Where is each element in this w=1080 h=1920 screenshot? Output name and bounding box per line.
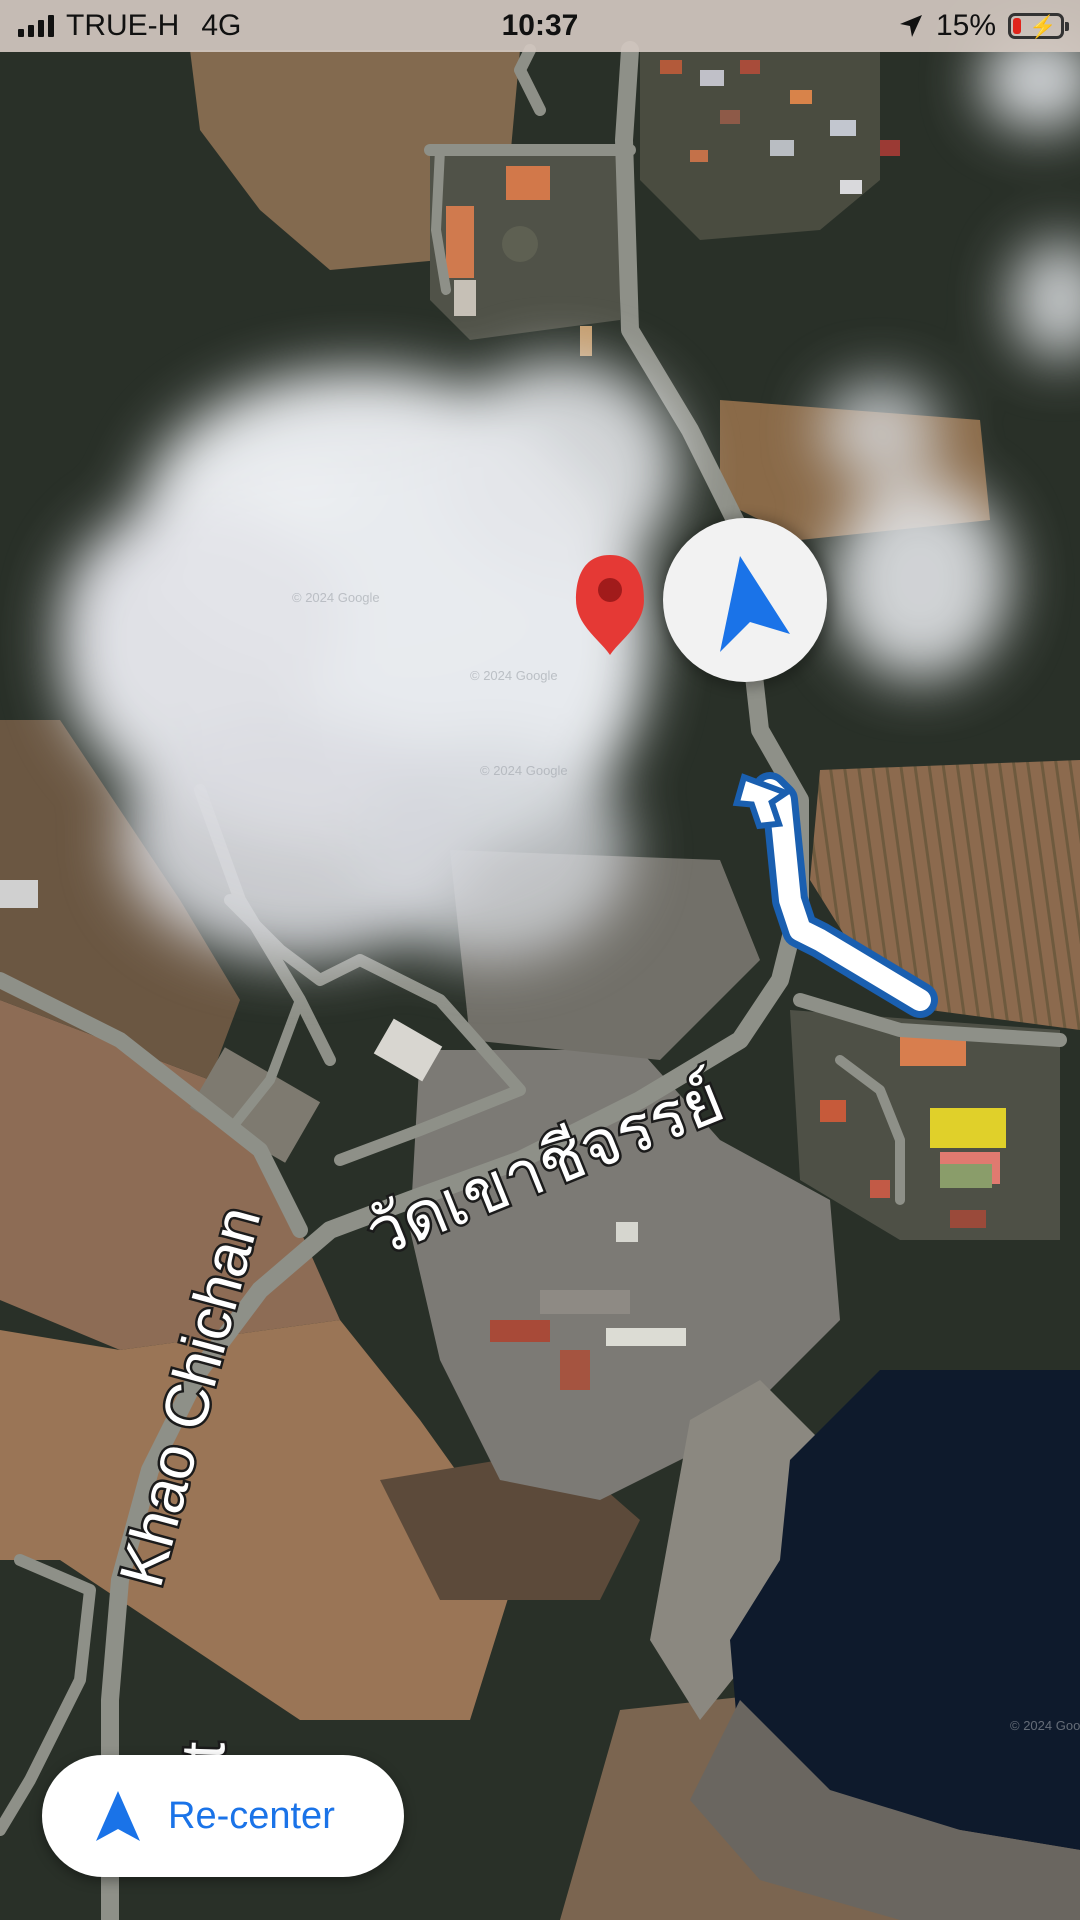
status-right: 15% ⚡	[898, 0, 1069, 52]
watermark: © 2024 Google	[470, 668, 558, 683]
navigation-arrow-icon	[96, 1791, 140, 1841]
battery-charging-icon: ⚡	[1008, 13, 1069, 39]
battery-percent: 15%	[935, 9, 996, 42]
status-bar: TRUE-H 4G 10:37 15% ⚡	[0, 0, 1080, 52]
recenter-label: Re-center	[168, 1795, 335, 1837]
watermark: © 2024 Google	[1010, 1718, 1080, 1733]
recenter-button[interactable]: Re-center	[42, 1755, 404, 1877]
current-location-puck[interactable]	[661, 516, 833, 688]
watermark: © 2024 Google	[480, 763, 568, 778]
watermark: © 2024 Google	[292, 590, 380, 605]
map-canvas[interactable]: © 2024 Google © 2024 Google © 2024 Googl…	[0, 0, 1080, 1920]
location-arrow-icon	[899, 15, 922, 37]
